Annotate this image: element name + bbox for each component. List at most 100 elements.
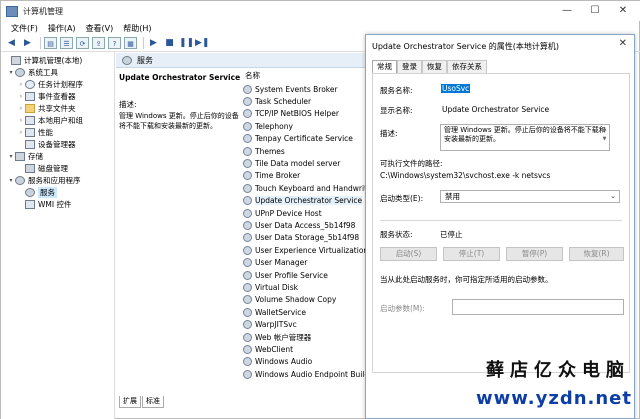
show-hide-tree-icon[interactable]: ▤ [44, 37, 57, 49]
tab-logon[interactable]: 登录 [397, 60, 422, 73]
expand-arrow-icon[interactable]: › [17, 105, 25, 112]
properties-icon[interactable]: ▦ [124, 37, 137, 49]
tab-dependencies[interactable]: 依存关系 [447, 60, 487, 73]
tree-item-services-and-apps[interactable]: ▾ 服务和应用程序 [7, 174, 81, 186]
service-row[interactable]: UPnP Device Host [243, 207, 322, 219]
tree-item-performance[interactable]: › 性能 [17, 126, 53, 138]
service-row[interactable]: WebClient [243, 343, 293, 355]
tree-item-shared-folders[interactable]: › 共享文件夹 [17, 102, 76, 114]
divider [380, 220, 622, 221]
dialog-close-button[interactable]: ✕ [619, 38, 627, 49]
tree-item-event-viewer[interactable]: › 事件查看器 [17, 90, 76, 102]
list-view-icon[interactable]: ☰ [60, 37, 73, 49]
service-row[interactable]: User Experience Virtualization Se [243, 244, 366, 256]
service-row[interactable]: WarpJITSvc [243, 319, 297, 331]
service-row[interactable]: Virtual Disk [243, 281, 298, 293]
tree-item-disk-management[interactable]: 磁盘管理 [17, 162, 68, 174]
service-row[interactable]: User Profile Service [243, 269, 328, 281]
tree-item-wmi-control[interactable]: WMI 控件 [17, 198, 71, 210]
service-row-label: Web 帐户管理器 [255, 332, 312, 342]
menu-help[interactable]: 帮助(H) [123, 23, 151, 34]
service-row[interactable]: Tenpay Certificate Service [243, 133, 353, 145]
service-name-value[interactable]: UsoSvc [441, 84, 471, 93]
export-list-icon[interactable]: ⇪ [92, 37, 105, 49]
help-icon[interactable]: ? [108, 37, 121, 49]
tab-recovery[interactable]: 恢复 [422, 60, 447, 73]
service-row[interactable]: Touch Keyboard and Handwriting [243, 182, 366, 194]
minimize-button[interactable]: — [553, 1, 581, 21]
device-manager-icon [25, 139, 35, 149]
description-textbox[interactable]: 管理 Windows 更新。停止后你的设备将不能下载和安装最新的更新。 ▲ ▼ [440, 124, 610, 151]
general-tab-panel: 服务名称: UsoSvc 显示名称: Update Orchestrator S… [372, 73, 630, 373]
service-row[interactable]: WalletService [243, 306, 306, 318]
scroll-up-icon[interactable]: ▲ [601, 126, 608, 133]
chevron-down-icon: ⌄ [610, 192, 616, 200]
service-row-label: User Experience Virtualization Se [255, 245, 366, 255]
tree-item-local-users[interactable]: › 本地用户和组 [17, 114, 83, 126]
expand-arrow-icon[interactable]: ▾ [7, 153, 15, 160]
gear-icon [243, 158, 252, 168]
service-row[interactable]: Volume Shadow Copy [243, 294, 336, 306]
service-row[interactable]: Windows Audio Endpoint Builde [243, 368, 366, 380]
stop-service-icon[interactable]: ■ [163, 37, 176, 49]
menu-file[interactable]: 文件(F) [11, 23, 38, 34]
expand-arrow-icon[interactable]: › [17, 129, 25, 136]
tree-item-storage[interactable]: ▾ 存储 [7, 150, 43, 162]
service-row[interactable]: Windows Audio [243, 356, 312, 368]
stop-button[interactable]: 停止(T) [443, 247, 500, 261]
tree-item-task-scheduler[interactable]: › 任务计划程序 [17, 78, 83, 90]
service-row[interactable]: Telephony [243, 120, 293, 132]
expand-arrow-icon[interactable]: › [17, 81, 25, 88]
service-row[interactable]: Update Orchestrator Service [243, 195, 363, 207]
tab-extended[interactable]: 扩展 [119, 396, 141, 408]
service-row[interactable]: Task Scheduler [243, 95, 311, 107]
resume-button[interactable]: 恢复(R) [569, 247, 624, 261]
back-icon[interactable]: ◀ [5, 37, 18, 49]
expand-arrow-icon[interactable]: ▾ [7, 69, 15, 76]
exe-path-label: 可执行文件的路径: [380, 159, 443, 168]
services-apps-icon [15, 175, 25, 185]
menu-action[interactable]: 操作(A) [48, 23, 76, 34]
service-row[interactable]: User Manager [243, 257, 307, 269]
tree-item-device-manager[interactable]: 设备管理器 [17, 138, 76, 150]
start-service-icon[interactable]: ▶ [147, 37, 160, 49]
tab-general[interactable]: 常规 [372, 60, 397, 73]
service-row[interactable]: System Events Broker [243, 83, 338, 95]
service-row[interactable]: User Data Access_5b14f98 [243, 219, 355, 231]
refresh-icon[interactable]: ⟳ [76, 37, 89, 49]
pause-button[interactable]: 暂停(P) [506, 247, 563, 261]
close-button[interactable]: ✕ [609, 1, 637, 21]
selected-service-name: Update Orchestrator Service [119, 73, 241, 82]
service-row[interactable]: User Data Storage_5b14f98 [243, 232, 359, 244]
start-params-input[interactable] [452, 299, 624, 315]
display-name-value[interactable]: Update Orchestrator Service [442, 105, 549, 114]
service-row[interactable]: Tile Data model server [243, 157, 340, 169]
tree-item-label: 磁盘管理 [38, 163, 68, 173]
startup-type-select[interactable]: 禁用 ⌄ [440, 190, 620, 203]
menu-view[interactable]: 查看(V) [86, 23, 114, 34]
service-row[interactable]: Web 帐户管理器 [243, 331, 311, 343]
maximize-button[interactable]: ☐ [581, 1, 609, 21]
expand-arrow-icon[interactable]: › [17, 117, 25, 124]
forward-icon[interactable]: ▶ [21, 37, 34, 49]
service-row[interactable]: TCP/IP NetBIOS Helper [243, 108, 339, 120]
expand-arrow-icon[interactable]: › [17, 93, 25, 100]
tree-item-computer-management[interactable]: 计算机管理(本地) [3, 54, 82, 66]
exe-path-value[interactable]: C:\Windows\system32\svchost.exe -k netsv… [380, 171, 550, 180]
tree-item-system-tools[interactable]: ▾ 系统工具 [7, 66, 58, 78]
column-header-name[interactable]: 名称 [245, 70, 260, 81]
tab-standard[interactable]: 标准 [142, 396, 164, 408]
start-button[interactable]: 启动(S) [380, 247, 437, 261]
service-row[interactable]: Time Broker [243, 170, 300, 182]
service-row[interactable]: Themes [243, 145, 285, 157]
description-scrollbar[interactable]: ▲ ▼ [601, 126, 608, 149]
gear-icon [243, 121, 252, 131]
scroll-down-icon[interactable]: ▼ [601, 136, 608, 143]
tree-item-services[interactable]: 服务 [17, 186, 57, 198]
tree-item-label: 存储 [28, 151, 43, 161]
expand-arrow-icon[interactable]: ▾ [7, 177, 15, 184]
service-status-value: 已停止 [440, 230, 463, 239]
restart-service-icon[interactable]: ▶❚ [195, 37, 209, 49]
startup-type-label: 启动类型(E): [380, 194, 424, 203]
pause-service-icon[interactable]: ❚❚ [179, 37, 194, 49]
